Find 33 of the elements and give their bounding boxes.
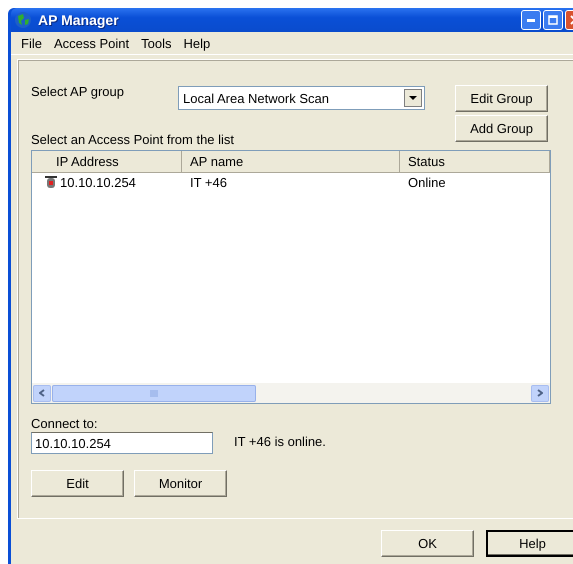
globe-icon [14, 11, 32, 29]
dropdown-arrow-icon [409, 96, 417, 100]
minimize-button[interactable] [521, 10, 541, 30]
field-label: Connect to: [31, 416, 98, 431]
connect-field[interactable]: 10.10.10.254 [31, 432, 213, 454]
column-header[interactable]: AP name [182, 151, 400, 172]
window-title: AP Manager [38, 12, 120, 28]
ok-button[interactable]: OK [381, 530, 474, 557]
maximize-button[interactable] [543, 10, 563, 30]
edit-group-button[interactable]: Edit Group [455, 85, 548, 112]
table-cell-text: Online [407, 174, 447, 190]
monitor-button[interactable]: Monitor [134, 470, 227, 497]
add-group-button[interactable]: Add Group [455, 115, 548, 142]
menu-item[interactable]: Access Point [48, 36, 136, 50]
access-point-icon [44, 175, 58, 189]
grip-icon [150, 390, 158, 396]
help-button[interactable]: Help [486, 530, 573, 557]
table-cell: 10.10.10.254 [60, 174, 136, 190]
field-label: Select AP group [31, 84, 124, 99]
list-label: Select an Access Point from the list [31, 132, 236, 147]
status-text: IT +46 is online. [234, 434, 326, 448]
menu-item[interactable]: Tools [135, 36, 178, 50]
group-dropdown[interactable]: Local Area Network Scan [178, 86, 425, 110]
column-header[interactable]: IP Address [32, 151, 182, 172]
menu-item[interactable]: Help [177, 36, 216, 50]
menu-item[interactable]: File [15, 36, 48, 50]
maximize-icon [548, 15, 558, 25]
edit-button[interactable]: Edit [31, 470, 124, 497]
column-header[interactable]: Status [400, 151, 550, 172]
minimize-icon [527, 18, 535, 22]
table-cell-text: IT +46 [189, 174, 228, 190]
list-row[interactable]: 10.10.10.254 IT +46 Online [32, 173, 550, 191]
horizontal-scrollbar[interactable] [32, 383, 550, 403]
